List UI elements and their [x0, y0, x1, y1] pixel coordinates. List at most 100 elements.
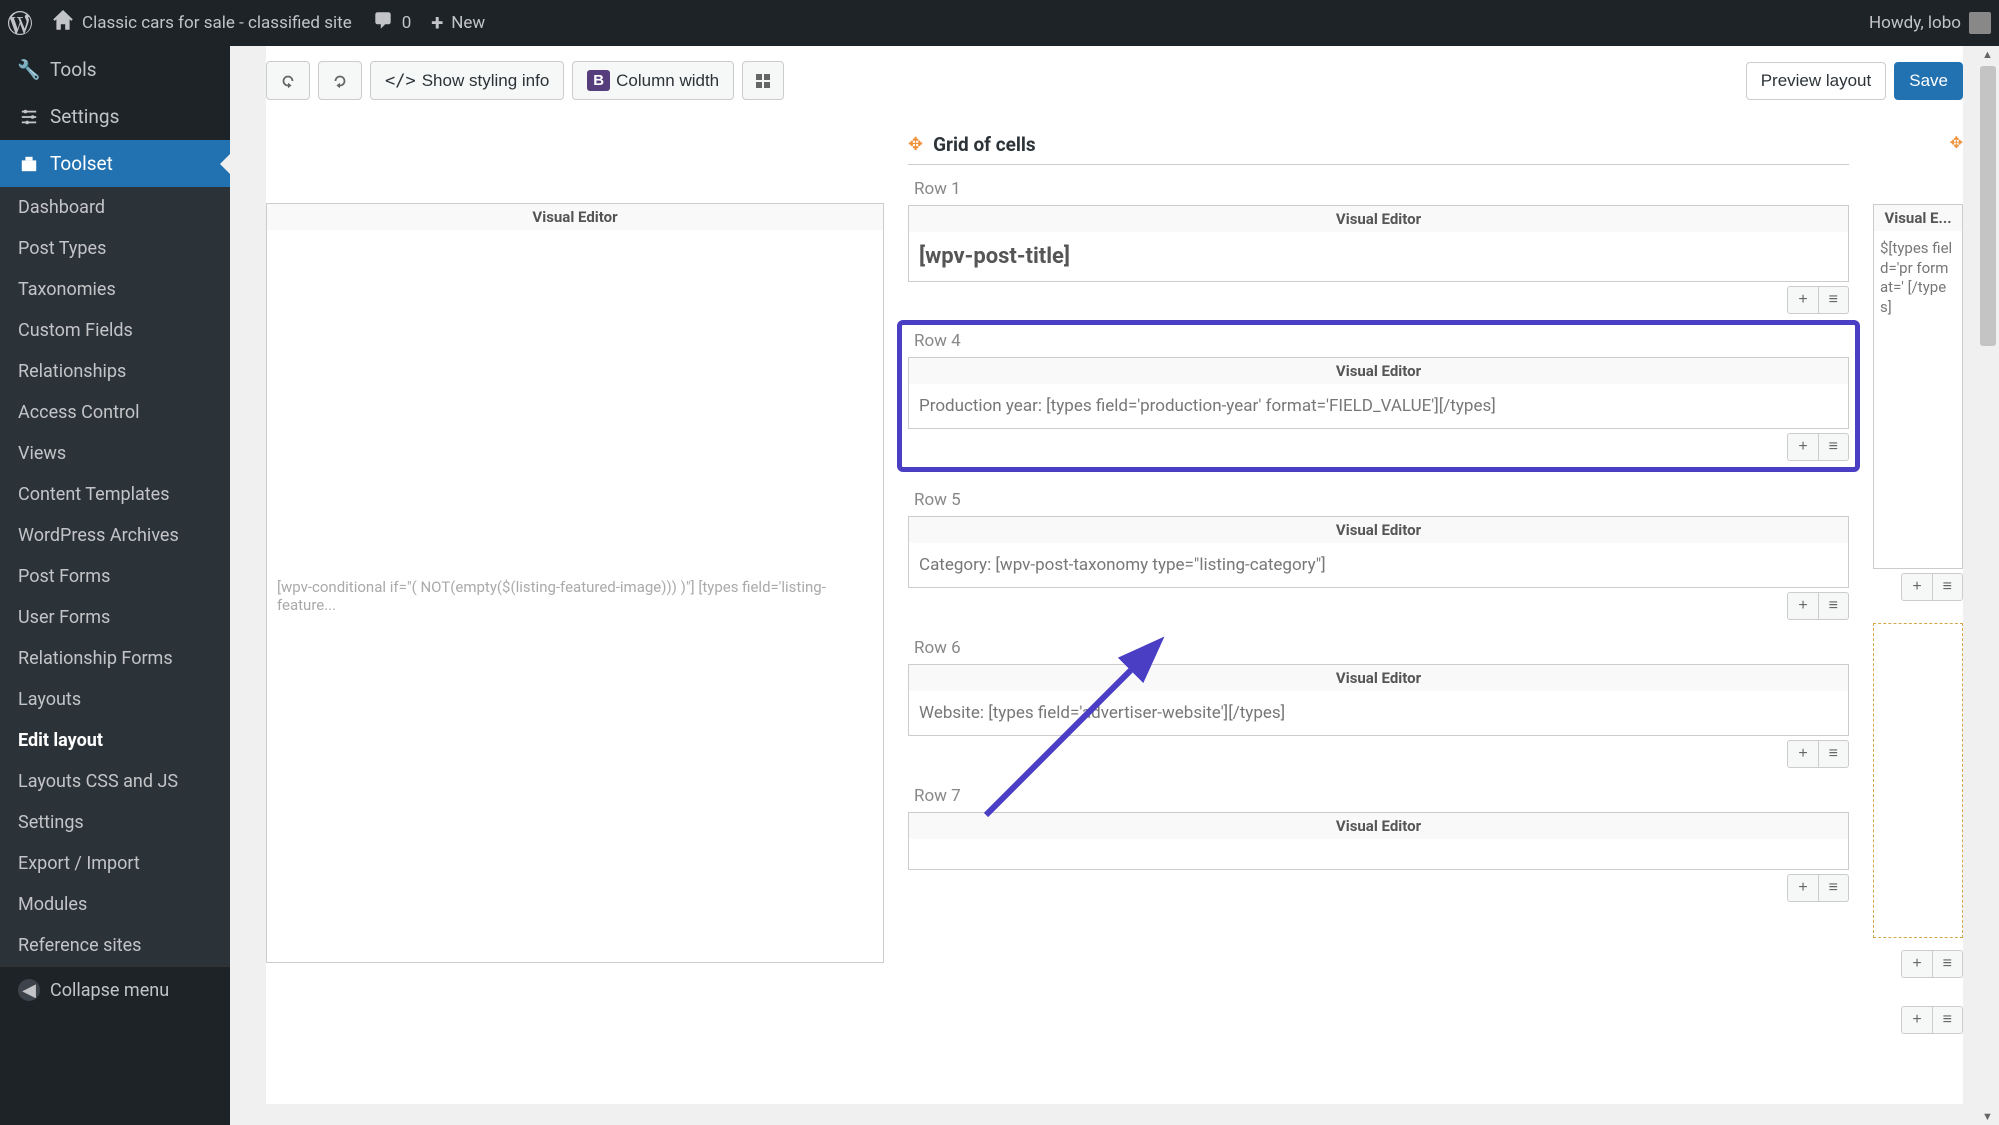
menu-settings[interactable]: Settings [0, 93, 230, 140]
toolset-submenu: Dashboard Post Types Taxonomies Custom F… [0, 187, 230, 966]
submenu-content-templates[interactable]: Content Templates [0, 474, 230, 515]
row-menu-button[interactable]: ≡ [1933, 950, 1963, 978]
add-cell-button[interactable]: + [1787, 286, 1818, 314]
visual-editor-cell-row7[interactable]: Visual Editor [908, 812, 1849, 870]
row-actions: + ≡ [908, 433, 1849, 461]
cell-header: Visual Editor [909, 813, 1848, 839]
submenu-views[interactable]: Views [0, 433, 230, 474]
visual-editor-cell-right[interactable]: Visual E... $[types field='pr format=' [… [1873, 204, 1963, 569]
site-home-link[interactable]: Classic cars for sale - classified site [52, 10, 352, 37]
undo-button[interactable] [266, 61, 310, 100]
row-menu-button[interactable]: ≡ [1819, 592, 1849, 620]
submenu-access-control[interactable]: Access Control [0, 392, 230, 433]
visual-editor-cell-row5[interactable]: Visual Editor Category: [wpv-post-taxono… [908, 516, 1849, 588]
row-actions: + ≡ [1873, 950, 1963, 978]
visual-editor-cell-row4[interactable]: Visual Editor Production year: [types fi… [908, 357, 1849, 429]
row-label: Row 6 [908, 632, 1849, 664]
submenu-relationship-forms[interactable]: Relationship Forms [0, 638, 230, 679]
collapse-menu[interactable]: ◀ Collapse menu [0, 966, 230, 1013]
move-handle-icon[interactable]: ✥ [1950, 133, 1963, 152]
admin-sidebar: 🔧 Tools Settings Toolset Dashboard Post … [0, 46, 230, 1125]
cell-header: Visual E... [1874, 205, 1962, 231]
add-cell-button[interactable]: + [1787, 592, 1818, 620]
submenu-layouts-css-js[interactable]: Layouts CSS and JS [0, 761, 230, 802]
cell-content: Production year: [types field='productio… [909, 384, 1848, 428]
menu-toolset[interactable]: Toolset [0, 140, 230, 187]
add-cell-button[interactable]: + [1901, 573, 1932, 601]
content-area: </> Show styling info B Column width Pre… [230, 46, 1999, 1125]
preview-layout-button[interactable]: Preview layout [1746, 62, 1887, 100]
row-menu-button[interactable]: ≡ [1819, 740, 1849, 768]
new-content-link[interactable]: + New [431, 11, 485, 36]
site-title: Classic cars for sale - classified site [82, 13, 352, 33]
cell-content: [wpv-post-title] [909, 232, 1848, 281]
row-actions: + ≡ [908, 874, 1849, 902]
submenu-dashboard[interactable]: Dashboard [0, 187, 230, 228]
submenu-export-import[interactable]: Export / Import [0, 843, 230, 884]
grid-options-button[interactable] [742, 61, 784, 100]
layout-toolbar: </> Show styling info B Column width Pre… [266, 46, 1963, 115]
empty-dashed-cell[interactable] [1873, 623, 1963, 938]
add-cell-button[interactable]: + [1901, 950, 1932, 978]
submenu-settings[interactable]: Settings [0, 802, 230, 843]
save-button[interactable]: Save [1894, 62, 1963, 100]
scrollbar[interactable]: ▲ ▼ [1977, 46, 1999, 1125]
cell-header: Visual Editor [909, 206, 1848, 232]
add-cell-button[interactable]: + [1901, 1006, 1932, 1034]
visual-editor-cell-left[interactable]: Visual Editor [wpv-conditional if="( NOT… [266, 203, 884, 963]
row-menu-button[interactable]: ≡ [1819, 874, 1849, 902]
row-actions: + ≡ [1873, 1006, 1963, 1034]
row-actions: + ≡ [1873, 573, 1963, 601]
cell-content: Website: [types field='advertiser-websit… [909, 691, 1848, 735]
move-handle-icon[interactable]: ✥ [908, 134, 923, 155]
layout-editor: Visual Editor [wpv-conditional if="( NOT… [266, 115, 1963, 1064]
submenu-modules[interactable]: Modules [0, 884, 230, 925]
row-actions: + ≡ [908, 286, 1849, 314]
menu-tools[interactable]: 🔧 Tools [0, 46, 230, 93]
row-menu-button[interactable]: ≡ [1933, 573, 1963, 601]
cell-content: Category: [wpv-post-taxonomy type="listi… [909, 543, 1848, 587]
row-label: Row 1 [908, 173, 1849, 205]
cell-header: Visual Editor [267, 204, 883, 230]
wordpress-logo[interactable] [8, 11, 32, 35]
toolset-icon [18, 153, 40, 175]
visual-editor-cell-row1[interactable]: Visual Editor [wpv-post-title] [908, 205, 1849, 282]
submenu-layouts[interactable]: Layouts [0, 679, 230, 720]
submenu-user-forms[interactable]: User Forms [0, 597, 230, 638]
cell-header: Visual Editor [909, 358, 1848, 384]
sliders-icon [18, 106, 40, 128]
visual-editor-cell-row6[interactable]: Visual Editor Website: [types field='adv… [908, 664, 1849, 736]
add-cell-button[interactable]: + [1787, 874, 1818, 902]
add-cell-button[interactable]: + [1787, 740, 1818, 768]
row-menu-button[interactable]: ≡ [1819, 433, 1849, 461]
highlighted-row: Row 4 Visual Editor Production year: [ty… [897, 320, 1860, 472]
cell-content: $[types field='pr format=' [/types] [1874, 231, 1962, 325]
column-width-button[interactable]: B Column width [572, 61, 734, 100]
user-menu[interactable]: Howdy, lobo [1869, 12, 1991, 34]
add-cell-button[interactable]: + [1787, 433, 1818, 461]
submenu-taxonomies[interactable]: Taxonomies [0, 269, 230, 310]
row-menu-button[interactable]: ≡ [1819, 286, 1849, 314]
cell-content: [wpv-conditional if="( NOT(empty($(listi… [267, 230, 883, 962]
row-label: Row 7 [908, 780, 1849, 812]
new-label: New [451, 13, 485, 33]
show-styling-button[interactable]: </> Show styling info [370, 61, 564, 100]
cell-content [909, 839, 1848, 869]
submenu-post-forms[interactable]: Post Forms [0, 556, 230, 597]
submenu-wp-archives[interactable]: WordPress Archives [0, 515, 230, 556]
collapse-icon: ◀ [18, 979, 40, 1001]
submenu-reference-sites[interactable]: Reference sites [0, 925, 230, 966]
bootstrap-icon: B [587, 70, 610, 91]
submenu-relationships[interactable]: Relationships [0, 351, 230, 392]
comments-count: 0 [402, 13, 412, 33]
admin-bar: Classic cars for sale - classified site … [0, 0, 1999, 46]
redo-button[interactable] [318, 61, 362, 100]
row-menu-button[interactable]: ≡ [1933, 1006, 1963, 1034]
comments-link[interactable]: 0 [372, 10, 412, 37]
grid-title: Grid of cells [933, 133, 1036, 156]
row-actions: + ≡ [908, 740, 1849, 768]
row-label: Row 5 [908, 484, 1849, 516]
submenu-custom-fields[interactable]: Custom Fields [0, 310, 230, 351]
submenu-edit-layout[interactable]: Edit layout [0, 720, 230, 761]
submenu-post-types[interactable]: Post Types [0, 228, 230, 269]
